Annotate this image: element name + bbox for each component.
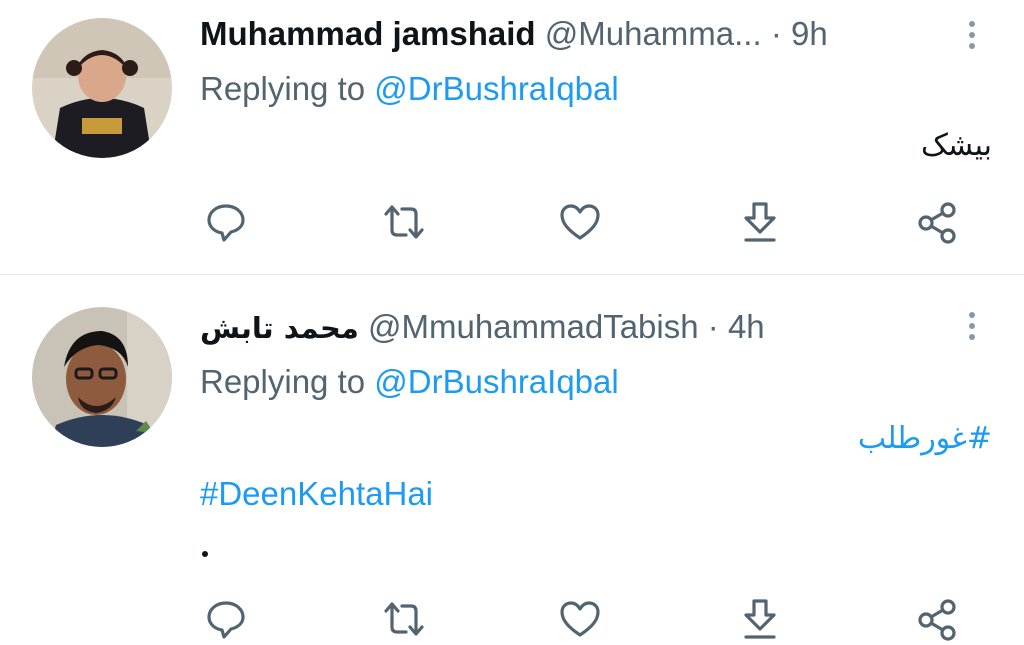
retweet-icon[interactable] <box>382 597 426 641</box>
download-icon[interactable] <box>738 200 782 244</box>
mention-link[interactable]: @DrBushraIqbal <box>374 70 618 107</box>
action-bar <box>0 200 1024 244</box>
retweet-icon[interactable] <box>382 200 426 244</box>
like-icon[interactable] <box>558 597 602 641</box>
share-icon[interactable] <box>916 597 960 641</box>
display-name[interactable]: Muhammad jamshaid <box>200 15 536 52</box>
tweet-header: محمد تابش @MmuhammadTabish · 4h <box>200 307 765 347</box>
tweet-header: Muhammad jamshaid @Muhamma... · 9h <box>200 14 828 54</box>
replying-to: Replying to @DrBushraIqbal <box>200 70 619 108</box>
user-handle[interactable]: @Muhamma... <box>545 15 762 52</box>
display-name[interactable]: محمد تابش <box>200 311 359 345</box>
like-icon[interactable] <box>558 200 602 244</box>
timestamp[interactable]: · 9h <box>771 15 828 52</box>
avatar[interactable] <box>32 18 172 158</box>
tweet[interactable]: Muhammad jamshaid @Muhamma... · 9h Reply… <box>0 0 1024 274</box>
more-options-icon[interactable] <box>962 311 982 346</box>
tweet-text: بیشک <box>920 128 992 163</box>
text-dot <box>202 551 208 557</box>
share-icon[interactable] <box>916 200 960 244</box>
reply-prefix: Replying to <box>200 70 366 107</box>
hashtag-link[interactable]: #غورطلب <box>858 421 992 456</box>
reply-icon[interactable] <box>204 200 248 244</box>
avatar[interactable] <box>32 307 172 447</box>
reply-icon[interactable] <box>204 597 248 641</box>
replying-to: Replying to @DrBushraIqbal <box>200 363 619 401</box>
action-bar <box>0 597 1024 641</box>
hashtag-link[interactable]: #DeenKehtaHai <box>200 475 433 513</box>
user-handle[interactable]: @MmuhammadTabish <box>368 308 699 345</box>
tweet[interactable]: محمد تابش @MmuhammadTabish · 4h Replying… <box>0 275 1024 645</box>
download-icon[interactable] <box>738 597 782 641</box>
more-options-icon[interactable] <box>962 20 982 55</box>
timestamp[interactable]: · 4h <box>708 308 765 345</box>
mention-link[interactable]: @DrBushraIqbal <box>374 363 618 400</box>
reply-prefix: Replying to <box>200 363 366 400</box>
